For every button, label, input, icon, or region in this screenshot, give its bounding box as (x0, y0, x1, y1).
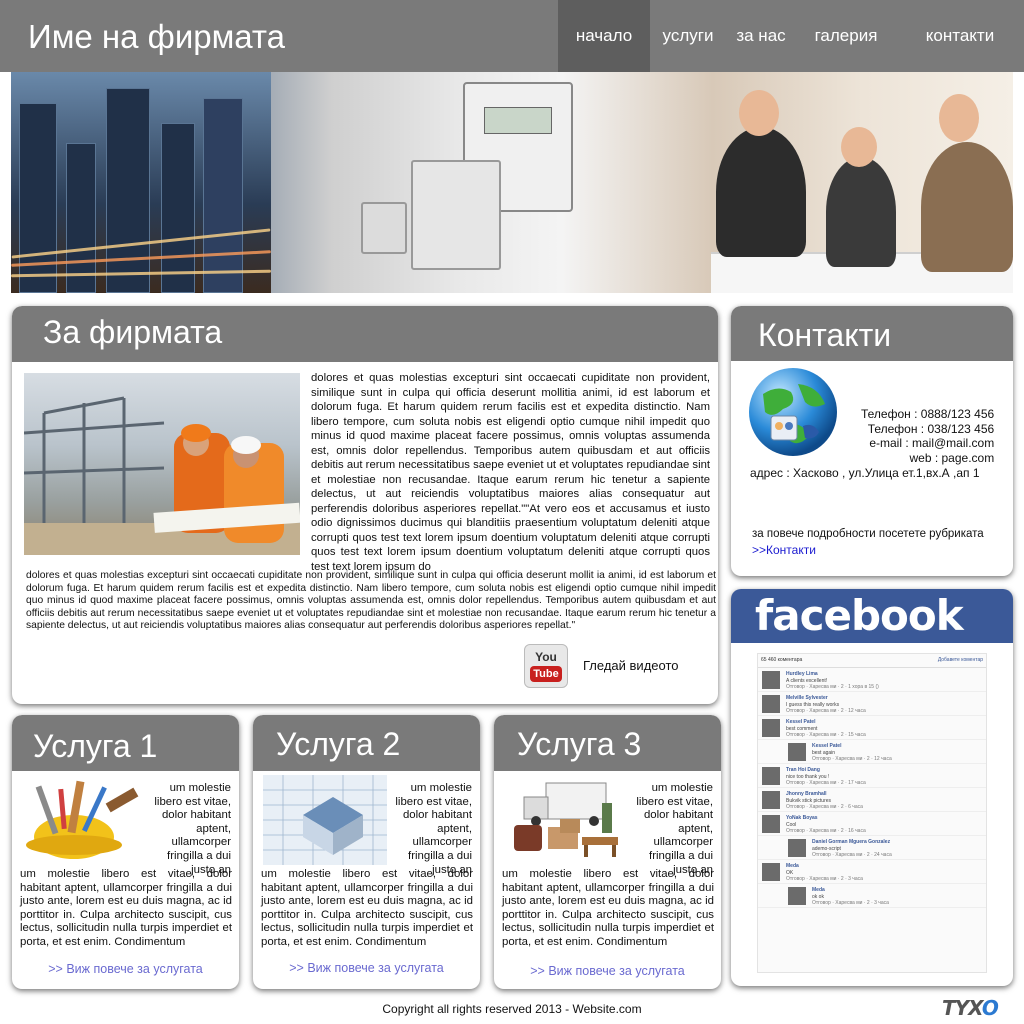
service-2-title: Услуга 2 (276, 726, 401, 762)
city-skyline-image (11, 72, 272, 293)
phone-2: Телефон : 038/123 456 (867, 421, 995, 436)
service-3-title: Услуга 3 (517, 726, 642, 762)
avatar (762, 767, 780, 785)
avatar (762, 815, 780, 833)
fb-comment: Meda OK Отговор · Харесва ми · 2 · 3 часа (758, 860, 986, 884)
nav-item-home[interactable]: начало (558, 0, 650, 72)
fb-reply: Kessel Patel best again Отговор · Харесва … (758, 740, 986, 764)
globe-contact-icon (749, 368, 837, 456)
construction-workers-image (24, 373, 300, 555)
service-3-text: um molestie libero est vitae, dolor habi… (502, 868, 714, 948)
main-nav: начало услуги за нас галерия контакти (558, 0, 1024, 72)
address: адрес : Хасково , ул.Улица ет.1,вх.А ,ап… (750, 466, 980, 480)
avatar (762, 863, 780, 881)
fb-comment: Melville Sylvester I guess this really wo… (758, 692, 986, 716)
nav-item-services[interactable]: услуги (650, 0, 726, 72)
avatar (762, 719, 780, 737)
avatar (762, 791, 780, 809)
service-1-text-intro: um molestie libero est vitae, dolor habi… (154, 782, 231, 876)
more-info-text: за повече подробности посетете рубриката (752, 528, 984, 540)
service-1-panel: Услуга 1 um molestie libero est vitae, d… (12, 715, 239, 989)
avatar (762, 695, 780, 713)
facebook-panel: facebook 65 460 коментара Добавете комен… (731, 589, 1013, 986)
contacts-title: Контакти (758, 317, 892, 353)
youtube-icon[interactable]: You Tube (524, 644, 568, 688)
circuit-breaker-image (411, 160, 501, 270)
fb-comment: YoNak Boyas Cool Отговор · Харесва ми · 2 … (758, 812, 986, 836)
service-1-text: um molestie libero est vitae, dolor habi… (20, 868, 232, 948)
nav-item-about[interactable]: за нас (726, 0, 796, 72)
service-3-panel: Услуга 3 um molestie libero est vitae, d… (494, 715, 721, 989)
site-header: Име на фирмата начало услуги за нас гале… (0, 0, 1024, 72)
fb-reply: Meda ok ok Отговор · Харесва ми · 2 · 3 ча… (758, 884, 986, 908)
hero-banner-image (11, 72, 1013, 293)
fb-reply: Daniel Gorman Mguera Gonzalez ademo-scrip… (758, 836, 986, 860)
fb-comment: Hurdley Lima A clients excellent! Отговор … (758, 668, 986, 692)
phone-1: Телефон : 0888/123 456 (861, 407, 995, 421)
fb-comment: Kessel Patel best comment Отговор · Харесв… (758, 716, 986, 740)
web: web : page.com (909, 450, 995, 465)
about-text-intro: dolores et quas molestias excepturi sint… (311, 372, 710, 573)
nav-item-contacts[interactable]: контакти (896, 0, 1024, 72)
service-1-title: Услуга 1 (33, 728, 158, 764)
about-panel: За фирмата dolores et quas molestias exc… (12, 306, 718, 704)
about-text-body: dolores et quas molestias excepturi sint… (26, 570, 716, 632)
service-3-text-intro: um molestie libero est vitae, dolor habi… (636, 782, 713, 876)
avatar (788, 839, 806, 857)
comment-count: 65 460 коментара (761, 657, 803, 663)
avatar (788, 887, 806, 905)
fb-comment: Jhonny Bramhall Bukvik stick pictures Отго… (758, 788, 986, 812)
avatar (788, 743, 806, 761)
moving-truck-icon (514, 782, 618, 857)
business-person-image (716, 127, 806, 257)
avatar (762, 671, 780, 689)
facebook-comments-feed[interactable]: 65 460 коментара Добавете коментар Hurdl… (757, 653, 987, 973)
facebook-header: facebook (731, 589, 1013, 643)
nav-item-gallery[interactable]: галерия (796, 0, 896, 72)
service-2-panel: Услуга 2 um molestie libero est vitae, d… (253, 715, 480, 989)
contacts-link[interactable]: >>Контакти (752, 543, 816, 557)
service-2-more-link[interactable]: >> Виж повече за услугата (253, 961, 480, 975)
service-1-more-link[interactable]: >> Виж повече за услугата (12, 962, 239, 976)
house-blueprint-icon (263, 775, 387, 865)
service-2-text: um molestie libero est vitae, dolor habi… (261, 868, 473, 948)
tools-helmet-icon (26, 780, 139, 859)
brand-title[interactable]: Име на фирмата (28, 18, 285, 56)
tyxo-counter-logo[interactable]: TYXO (942, 996, 999, 1020)
email: e-mail : mail@mail.com (869, 436, 995, 450)
contact-details: Телефон : 0888/123 456 Телефон : 038/123… (861, 407, 994, 465)
contacts-panel: Контакти Телефон : 0888/123 456 Телефон … (731, 306, 1013, 576)
footer-copyright: Copyright all rights reserved 2013 - Web… (382, 1002, 642, 1016)
fb-comment: Tran Hoi Dang nice too thank you ! Отговор… (758, 764, 986, 788)
service-3-more-link[interactable]: >> Виж повече за услугата (494, 964, 721, 978)
service-2-text-intro: um molestie libero est vitae, dolor habi… (395, 782, 472, 876)
about-title: За фирмата (43, 314, 223, 350)
facebook-logo[interactable]: facebook (755, 591, 964, 640)
add-comment-link[interactable]: Добавете коментар (938, 657, 983, 663)
watch-video-link[interactable]: Гледай видеото (583, 658, 679, 673)
